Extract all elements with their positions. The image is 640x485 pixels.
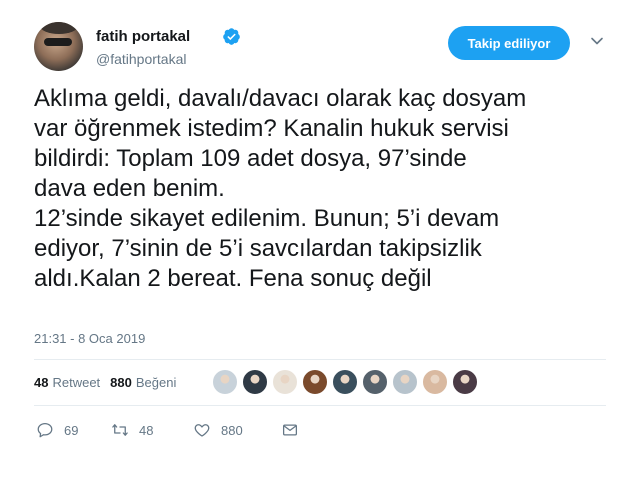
reply-icon bbox=[37, 422, 53, 438]
chevron-down-icon[interactable] bbox=[590, 34, 604, 48]
following-button[interactable]: Takip ediliyor bbox=[448, 26, 570, 60]
avatar-hair bbox=[40, 22, 78, 34]
tweet-text: Aklıma geldi, davalı/davacı olarak kaç d… bbox=[34, 85, 527, 292]
liker-avatar[interactable] bbox=[212, 369, 238, 395]
like-stat[interactable]: 880 Beğeni bbox=[110, 375, 176, 390]
avatar-glasses bbox=[44, 38, 72, 46]
profile-handle[interactable]: @fatihportakal bbox=[96, 51, 186, 67]
tweet-timestamp[interactable]: 21:31 - 8 Oca 2019 bbox=[34, 331, 145, 346]
profile-avatar[interactable] bbox=[34, 22, 83, 71]
reply-count: 69 bbox=[64, 422, 79, 438]
liker-avatar[interactable] bbox=[362, 369, 388, 395]
retweet-stat[interactable]: 48 Retweet bbox=[34, 375, 100, 390]
like-count: 880 bbox=[110, 374, 132, 390]
liker-avatar[interactable] bbox=[242, 369, 268, 395]
like-action-count: 880 bbox=[221, 422, 243, 438]
divider bbox=[34, 405, 606, 406]
tweet-actions: 69 48 880 bbox=[36, 420, 309, 440]
envelope-icon bbox=[282, 424, 298, 436]
tweet-header: fatih portakal @fatihportakal Takip edil… bbox=[34, 22, 614, 72]
liker-avatar[interactable] bbox=[302, 369, 328, 395]
liker-avatar[interactable] bbox=[452, 369, 478, 395]
liker-avatar[interactable] bbox=[422, 369, 448, 395]
like-action[interactable]: 880 bbox=[193, 421, 281, 439]
heart-icon bbox=[194, 424, 210, 437]
liker-avatars bbox=[212, 369, 482, 395]
retweet-action[interactable]: 48 bbox=[111, 421, 193, 439]
retweet-icon bbox=[112, 424, 128, 436]
reply-action[interactable]: 69 bbox=[36, 421, 111, 439]
liker-avatar[interactable] bbox=[332, 369, 358, 395]
retweet-count: 48 bbox=[34, 374, 49, 390]
tweet-stats: 48 Retweet 880 Beğeni bbox=[34, 366, 186, 398]
retweet-label: Retweet bbox=[52, 374, 101, 390]
profile-name[interactable]: fatih portakal bbox=[96, 28, 190, 45]
retweet-action-count: 48 bbox=[139, 422, 154, 438]
like-label: Beğeni bbox=[135, 374, 177, 390]
liker-avatar[interactable] bbox=[392, 369, 418, 395]
message-action[interactable] bbox=[281, 421, 309, 439]
verified-badge-icon bbox=[223, 28, 240, 45]
divider bbox=[34, 359, 606, 360]
liker-avatar[interactable] bbox=[272, 369, 298, 395]
